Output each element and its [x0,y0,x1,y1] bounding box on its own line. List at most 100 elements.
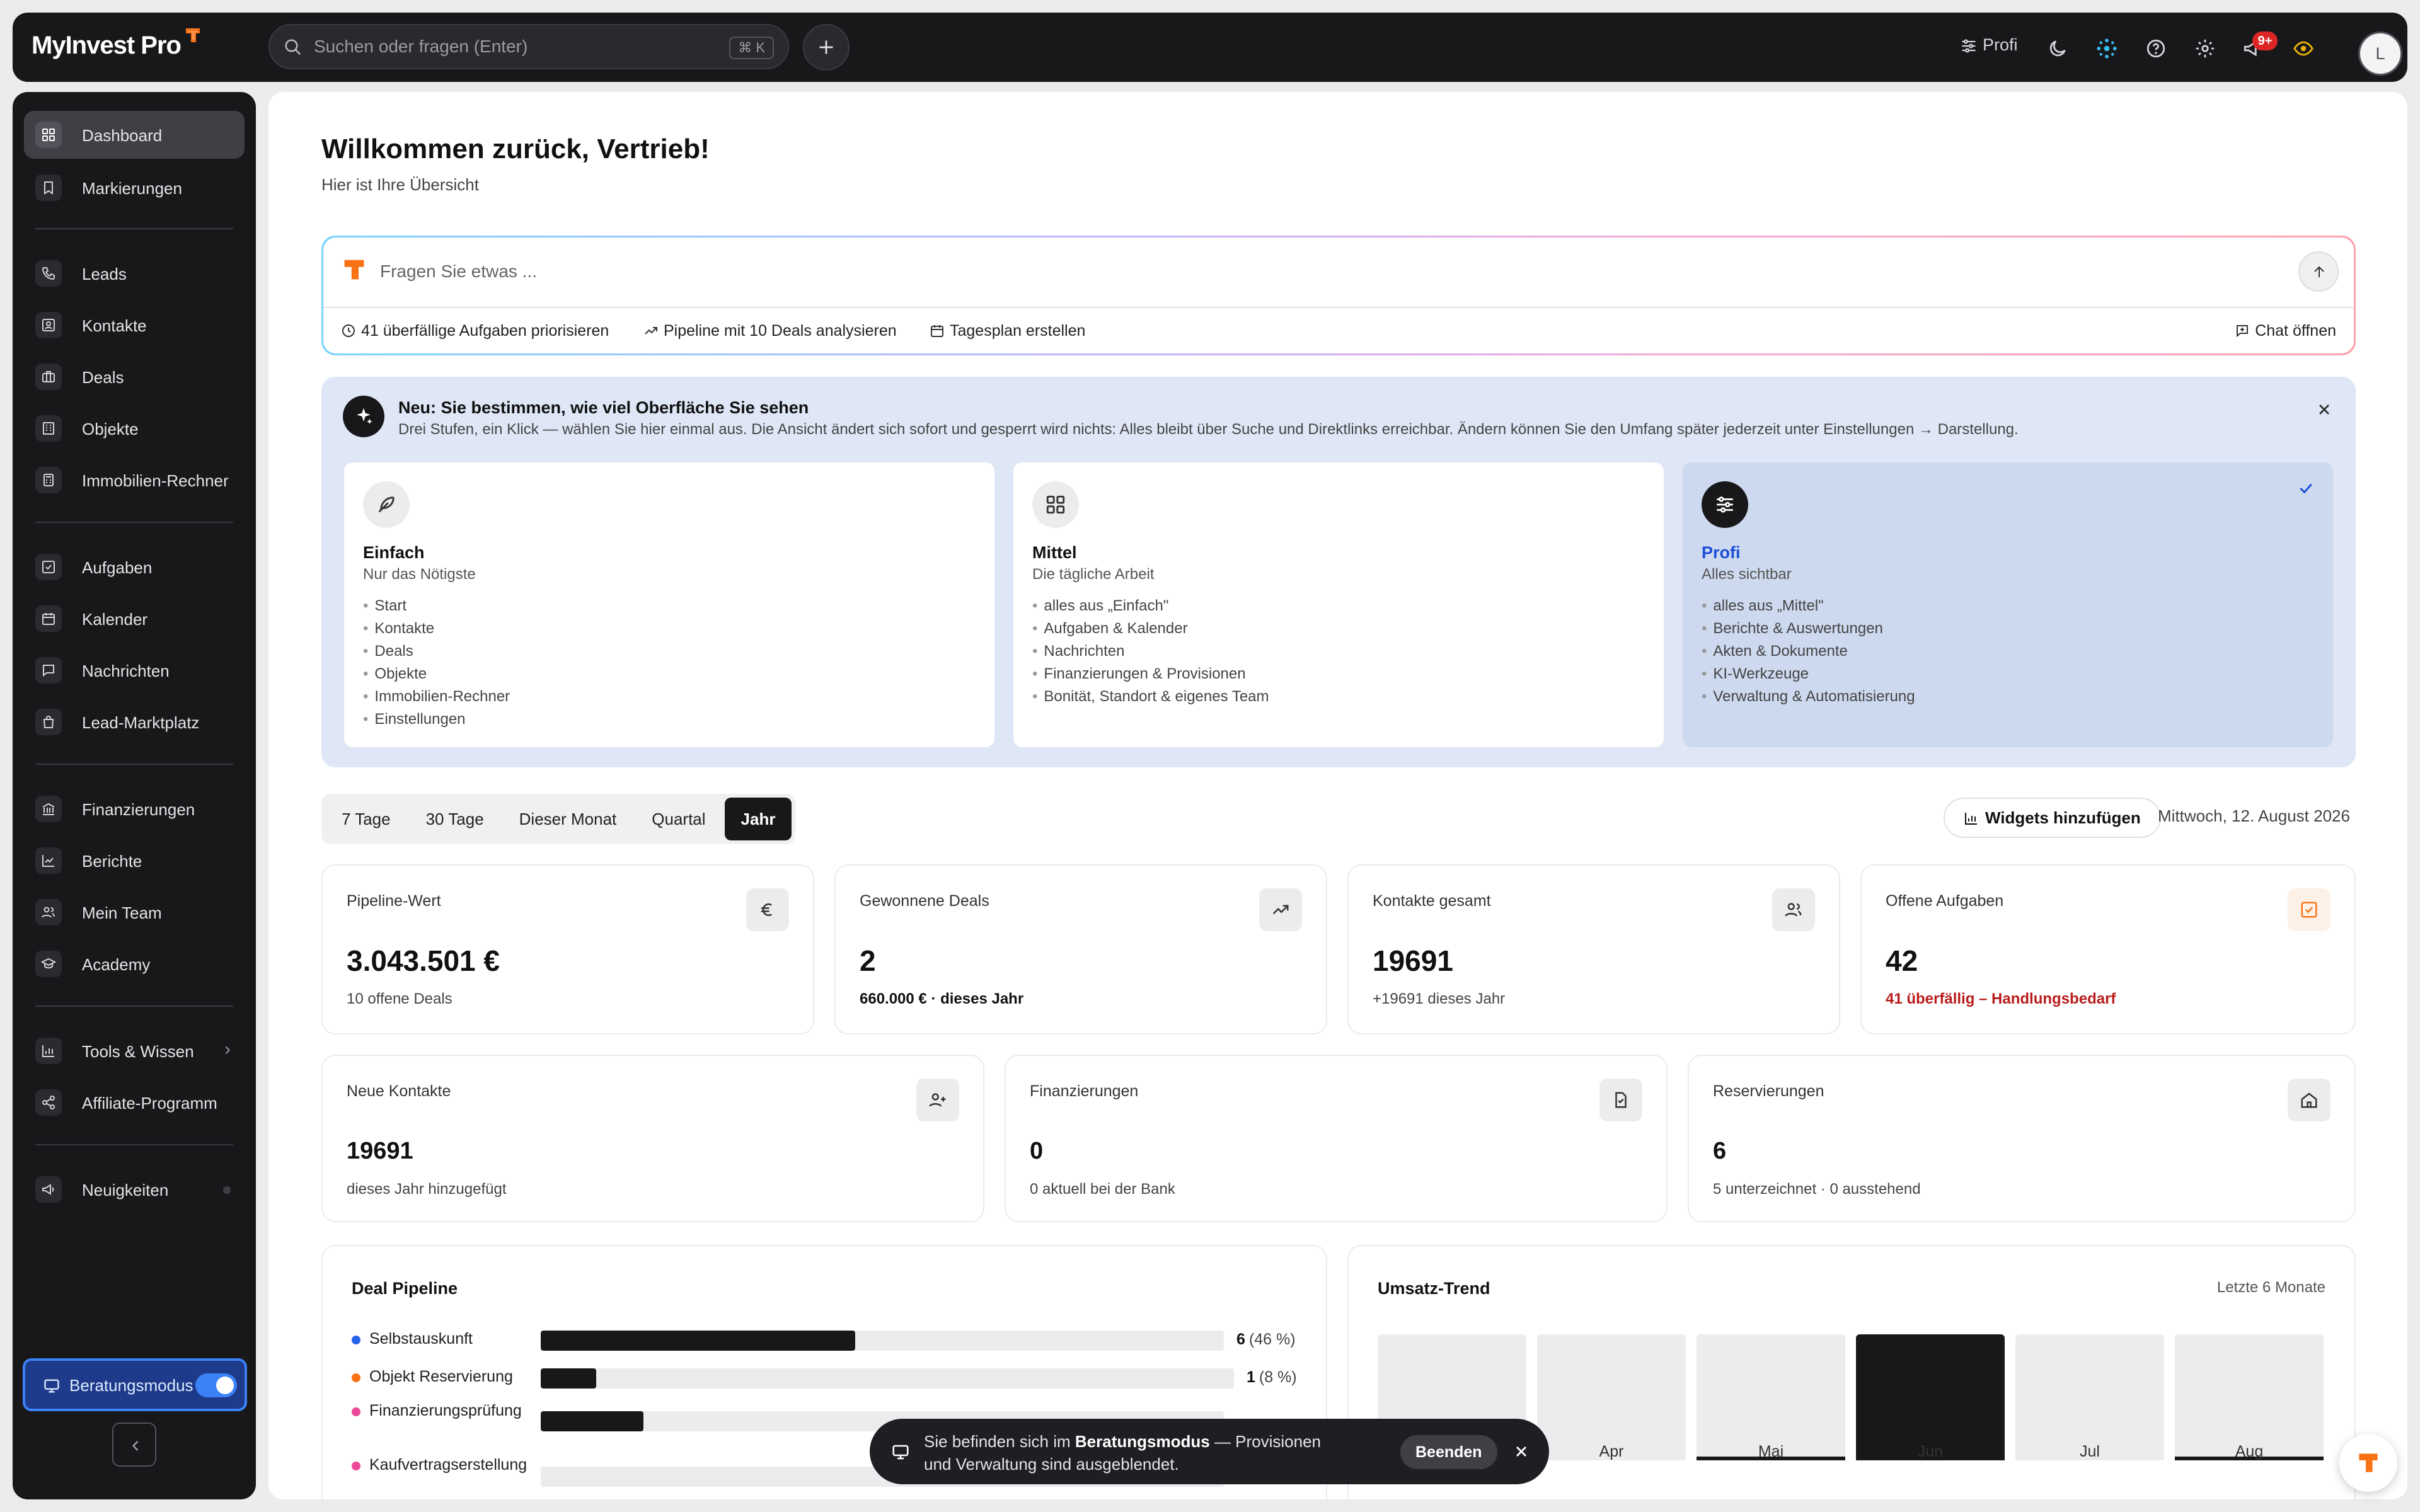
beratungsmodus-switch[interactable] [195,1373,237,1397]
gear-icon[interactable] [2194,38,2216,59]
trending-up-icon [645,327,657,335]
stage-count-value: 6 [1236,1331,1245,1348]
kpi-label: Kontakte gesamt [1373,892,1491,910]
toast-message: Sie befinden sich im Beratungsmodus — Pr… [924,1430,1340,1475]
period-7-tage[interactable]: 7 Tage [325,798,407,840]
collapse-sidebar-button[interactable] [112,1423,156,1467]
share-icon [35,1089,62,1116]
trend-month-label: Jul [2080,1443,2100,1460]
megaphone-icon [35,1176,62,1203]
clock-icon [342,324,355,337]
kpi-subtext: 10 offene Deals [347,990,452,1007]
sidebar-item-objekte[interactable]: Objekte [24,404,245,452]
ai-sparkle-icon[interactable] [2096,38,2118,59]
kpi-card-kontakte-gesamt[interactable]: Kontakte gesamt 19691 +19691 dieses Jahr [1347,864,1840,1034]
list-item: Einstellungen [363,708,510,731]
period-jahr[interactable]: Jahr [724,798,792,840]
phone-icon [35,260,62,287]
global-search[interactable]: ⌘ K [268,24,789,69]
end-beratungsmodus-button[interactable]: Beenden [1400,1435,1497,1469]
trend-month-label: Aug [2235,1443,2264,1460]
bar-chart-icon [35,1038,62,1064]
list-item: KI-Werkzeuge [1702,663,1915,685]
kpi-card-reservierungen[interactable]: Reservierungen 6 5 unterzeichnet · 0 aus… [1688,1055,2356,1222]
kpi-card-finanzierungen[interactable]: Finanzierungen 0 0 aktuell bei der Bank [1005,1055,1668,1222]
ai-suggestion-chip[interactable]: 41 überfällige Aufgaben priorisieren [341,322,609,340]
ai-suggestion-chip[interactable]: Pipeline mit 10 Deals analysieren [643,322,897,340]
chevron-right-icon [225,1046,231,1055]
ai-send-button[interactable] [2298,251,2339,292]
trend-bar[interactable] [2015,1334,2164,1460]
add-widgets-button[interactable]: Widgets hinzufügen [1944,798,2161,838]
ai-question-input[interactable] [380,259,2145,284]
bookmark-icon [35,175,62,201]
level-card-profi[interactable]: Profi Alles sichtbar alles aus „Mittel" … [1683,462,2333,747]
assistant-fab-button[interactable] [2339,1434,2397,1492]
chat-open-button[interactable]: Chat öffnen [2235,322,2336,340]
close-icon[interactable] [1512,1443,1530,1460]
sidebar-item-tools-wissen[interactable]: Tools & Wissen [24,1027,245,1075]
moon-icon[interactable] [2047,38,2068,59]
sidebar-item-label: Kontakte [82,316,147,335]
trend-bar[interactable] [1856,1334,2005,1460]
logo-text: MyInvest Pro [32,32,182,59]
stage-color-dot [352,1373,360,1382]
sidebar-item-label: Finanzierungen [82,800,195,819]
period-30-tage[interactable]: 30 Tage [410,798,500,840]
sidebar-item-academy[interactable]: Academy [24,940,245,988]
kpi-card-pipeline-wert[interactable]: Pipeline-Wert 3.043.501 € 10 offene Deal… [321,864,814,1034]
trend-bar[interactable] [2175,1334,2324,1460]
stage-bar-fill [541,1331,855,1351]
list-item: alles aus „Mittel" [1702,595,1915,617]
ai-suggestion-chip[interactable]: Tagesplan erstellen [930,322,1085,340]
period-dieser-monat[interactable]: Dieser Monat [503,798,633,840]
sidebar-item-dashboard[interactable]: Dashboard [24,111,245,159]
level-card-mittel[interactable]: Mittel Die tägliche Arbeit alles aus „Ei… [1013,462,1664,747]
monitor-icon [892,1445,909,1460]
list-item: Objekte [363,663,510,685]
level-card-einfach[interactable]: Einfach Nur das Nötigste Start Kontakte … [344,462,994,747]
kpi-card-neue-kontakte[interactable]: Neue Kontakte 19691 dieses Jahr hinzugef… [321,1055,984,1222]
ui-level-switch[interactable]: Profi [1960,35,2018,55]
sidebar-item-aufgaben[interactable]: Aufgaben [24,543,245,591]
beratungsmodus-toggle[interactable]: Beratungsmodus [23,1358,247,1411]
sidebar-item-kalender[interactable]: Kalender [24,595,245,643]
app-logo[interactable]: MyInvest Pro [32,28,202,60]
trend-bar[interactable] [1697,1334,1845,1460]
sidebar-item-lead-marktplatz[interactable]: Lead-Marktplatz [24,698,245,746]
sparkle-icon [343,396,384,437]
sidebar-divider [35,1005,233,1007]
pipeline-stage-row[interactable]: Objekt Reservierung 1 (8 %) [352,1366,1316,1391]
search-input[interactable] [314,34,667,59]
eye-icon[interactable] [2293,38,2314,59]
kpi-label: Pipeline-Wert [347,892,441,910]
sidebar-item-neuigkeiten[interactable]: Neuigkeiten [24,1166,245,1213]
ai-suggestion-label: Tagesplan erstellen [950,322,1086,340]
sidebar-item-mein-team[interactable]: Mein Team [24,888,245,936]
close-icon[interactable] [2315,401,2333,418]
trend-bar[interactable] [1537,1334,1686,1460]
list-item: Aufgaben & Kalender [1032,617,1269,640]
kpi-card-offene-aufgaben[interactable]: Offene Aufgaben 42 41 überfällig – Handl… [1860,864,2356,1034]
help-icon[interactable] [2145,38,2167,59]
period-quartal[interactable]: Quartal [635,798,722,840]
ai-suggestion-label: Pipeline mit 10 Deals analysieren [664,322,897,340]
chat-open-label: Chat öffnen [2255,322,2336,340]
kpi-subtext: 41 überfällig – Handlungsbedarf [1886,990,2116,1007]
avatar[interactable]: L [2358,32,2402,76]
sidebar-item-finanzierungen[interactable]: Finanzierungen [24,785,245,833]
sidebar-item-leads[interactable]: Leads [24,249,245,297]
stage-bar-fill [541,1411,643,1431]
pipeline-stage-row[interactable]: Selbstauskunft 6 (46 %) [352,1328,1316,1353]
sidebar-item-label: Kalender [82,610,148,629]
kpi-card-gewonnene-deals[interactable]: Gewonnene Deals 2 660.000 € · dieses Jah… [834,864,1327,1034]
sidebar-item-berichte[interactable]: Berichte [24,837,245,885]
sidebar-item-affiliate-programm[interactable]: Affiliate-Programm [24,1079,245,1126]
sidebar-item-immobilien-rechner[interactable]: Immobilien-Rechner [24,456,245,504]
sidebar-item-kontakte[interactable]: Kontakte [24,301,245,349]
sidebar-item-markierungen[interactable]: Markierungen [24,164,245,212]
stage-color-dot [352,1462,360,1470]
sidebar-item-deals[interactable]: Deals [24,353,245,401]
quick-add-button[interactable] [803,24,850,71]
sidebar-item-nachrichten[interactable]: Nachrichten [24,646,245,694]
